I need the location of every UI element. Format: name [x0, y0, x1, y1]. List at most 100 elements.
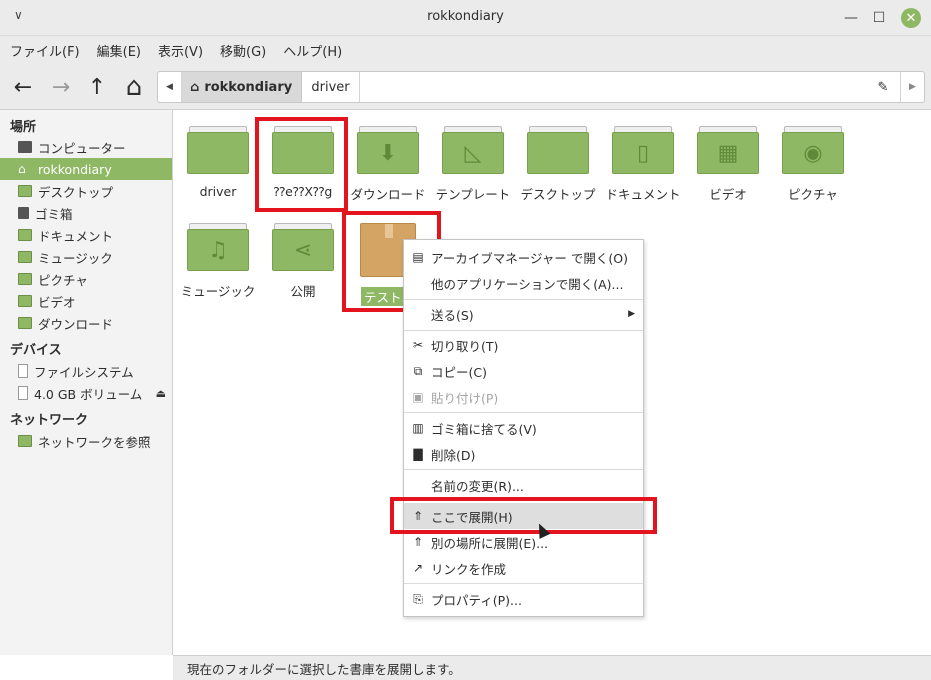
menu-separator	[404, 299, 643, 300]
forward-arrow-icon[interactable]: →	[48, 74, 74, 100]
scissors-icon: ✂	[412, 338, 424, 352]
folder-icon	[18, 273, 32, 285]
sidebar-header-network: ネットワーク	[10, 413, 89, 428]
sidebar: 場所 コンピューター ⌂ rokkondiary デスクトップ ゴミ箱 ドキュメン…	[0, 110, 173, 655]
pencil-icon[interactable]: ✎	[870, 72, 896, 102]
sidebar-header-places: 場所	[10, 120, 37, 135]
desktop-folder-icon	[527, 126, 589, 174]
file-label: ビデオ	[709, 187, 747, 202]
status-bar: 現在のフォルダーに選択した書庫を展開します。	[173, 655, 931, 680]
status-text: 現在のフォルダーに選択した書庫を展開します。	[187, 661, 461, 677]
title-bar: ∨ rokkondiary — ☐ ✕	[0, 0, 931, 36]
context-menu: ▤ アーカイブマネージャー で開く(O) 他のアプリケーションで開く(A)... …	[403, 239, 644, 617]
file-label: デスクトップ	[520, 187, 596, 202]
properties-icon: ⎘	[413, 591, 423, 606]
file-item-desktop[interactable]: デスクトップ	[518, 126, 598, 203]
sidebar-item-computer[interactable]: コンピューター	[0, 136, 172, 158]
file-item-videos[interactable]: ▦ ビデオ	[688, 126, 768, 203]
drive-icon	[18, 364, 28, 378]
sidebar-item-documents[interactable]: ドキュメント	[0, 224, 172, 246]
public-folder-icon: ⋖	[272, 223, 334, 271]
menu-help[interactable]: ヘルプ(H)	[283, 41, 342, 60]
menu-file[interactable]: ファイル(F)	[10, 41, 80, 60]
sidebar-item-music[interactable]: ミュージック	[0, 246, 172, 268]
menu-edit[interactable]: 編集(E)	[97, 41, 141, 60]
file-item-driver[interactable]: driver	[178, 126, 258, 199]
menu-item-copy[interactable]: ⧉ コピー(C)	[404, 358, 643, 384]
minimize-button[interactable]: —	[841, 8, 861, 28]
sidebar-item-downloads[interactable]: ダウンロード	[0, 312, 172, 334]
file-item-public[interactable]: ⋖ 公開	[263, 223, 343, 300]
sidebar-item-volume[interactable]: 4.0 GB ボリューム ⏏	[0, 382, 172, 404]
sidebar-item-trash[interactable]: ゴミ箱	[0, 202, 172, 224]
sidebar-item-filesystem[interactable]: ファイルシステム	[0, 360, 172, 382]
menu-item-move-to-trash[interactable]: ▥ ゴミ箱に捨てる(V)	[404, 415, 643, 441]
file-item-downloads[interactable]: ⬇ ダウンロード	[348, 126, 428, 203]
file-label: ピクチャ	[788, 187, 838, 202]
file-item-music[interactable]: ♫ ミュージック	[178, 223, 258, 300]
up-arrow-icon[interactable]: ↑	[84, 74, 110, 100]
menu-item-send-to[interactable]: 送る(S) ▶	[404, 301, 643, 327]
sidebar-item-home[interactable]: ⌂ rokkondiary	[0, 158, 172, 180]
menu-separator	[404, 412, 643, 413]
file-item-documents[interactable]: ▯ ドキュメント	[603, 126, 683, 203]
menu-item-open-with[interactable]: 他のアプリケーションで開く(A)...	[404, 270, 643, 296]
file-label: テンプレート	[435, 187, 511, 202]
folder-icon	[18, 251, 32, 263]
file-item-pictures[interactable]: ◉ ピクチャ	[773, 126, 853, 203]
sidebar-item-pictures[interactable]: ピクチャ	[0, 268, 172, 290]
menu-item-delete[interactable]: ▇ 削除(D)	[404, 441, 643, 467]
folder-icon	[18, 229, 32, 241]
menu-item-open-archive-manager[interactable]: ▤ アーカイブマネージャー で開く(O)	[404, 244, 643, 270]
highlight-box	[255, 117, 348, 212]
home-icon: ⌂	[18, 162, 26, 176]
pictures-folder-icon: ◉	[782, 126, 844, 174]
close-button[interactable]: ✕	[901, 8, 921, 28]
menu-separator	[404, 330, 643, 331]
path-bar: ◀ ⌂ rokkondiary driver ✎ ▶	[157, 71, 925, 103]
toolbar: ← → ↑ ⌂ ◀ ⌂ rokkondiary driver ✎ ▶	[0, 64, 931, 110]
network-folder-icon	[18, 435, 32, 447]
menu-separator	[404, 583, 643, 584]
menu-item-paste[interactable]: ▣ 貼り付け(P)	[404, 384, 643, 410]
breadcrumb-home[interactable]: ⌂ rokkondiary	[182, 72, 302, 102]
path-scroll-right-icon[interactable]: ▶	[900, 72, 924, 102]
file-label: 公開	[290, 284, 316, 299]
trash-icon	[18, 207, 29, 219]
menu-item-properties[interactable]: ⎘ プロパティ(P)...	[404, 586, 643, 612]
menu-separator	[404, 469, 643, 470]
breadcrumb-home-label: rokkondiary	[204, 79, 293, 95]
folder-icon	[18, 317, 32, 329]
home-icon[interactable]: ⌂	[121, 72, 147, 102]
copy-icon: ⧉	[413, 363, 423, 378]
window-title: rokkondiary	[427, 9, 504, 24]
link-icon: ↗	[412, 561, 424, 575]
breadcrumb-driver[interactable]: driver	[302, 72, 360, 102]
menu-item-cut[interactable]: ✂ 切り取り(T)	[404, 332, 643, 358]
file-label: ドキュメント	[605, 187, 681, 202]
sidebar-header-devices: デバイス	[10, 343, 62, 358]
sidebar-item-videos[interactable]: ビデオ	[0, 290, 172, 312]
eject-icon[interactable]: ⏏	[156, 387, 166, 400]
paste-icon: ▣	[412, 390, 424, 404]
templates-folder-icon: ◺	[442, 126, 504, 174]
home-small-icon: ⌂	[190, 79, 200, 95]
folder-icon	[18, 295, 32, 307]
menu-item-make-link[interactable]: ↗ リンクを作成	[404, 555, 643, 581]
sidebar-item-desktop[interactable]: デスクトップ	[0, 180, 172, 202]
usb-drive-icon	[18, 386, 28, 400]
download-folder-icon: ⬇	[357, 126, 419, 174]
back-arrow-icon[interactable]: ←	[10, 74, 36, 100]
sidebar-item-network[interactable]: ネットワークを参照	[0, 430, 172, 452]
path-scroll-left-icon[interactable]: ◀	[158, 72, 182, 102]
extract-icon: ⇑	[412, 535, 424, 549]
archive-manager-icon: ▤	[412, 250, 424, 264]
menu-item-rename[interactable]: 名前の変更(R)...	[404, 472, 643, 498]
maximize-button[interactable]: ☐	[869, 8, 889, 28]
file-item-templates[interactable]: ◺ テンプレート	[433, 126, 513, 203]
folder-icon	[18, 185, 32, 197]
menu-view[interactable]: 表示(V)	[158, 41, 203, 60]
highlight-box	[390, 497, 657, 534]
delete-icon: ▇	[413, 447, 423, 461]
menu-go[interactable]: 移動(G)	[220, 41, 266, 60]
